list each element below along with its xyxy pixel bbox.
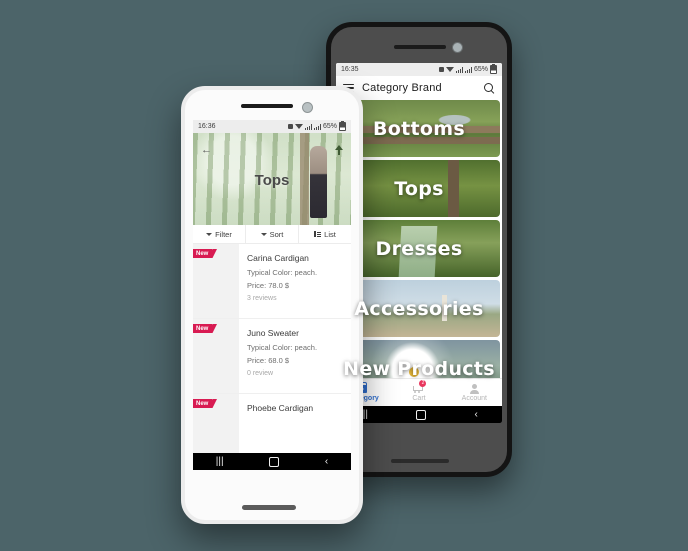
sort-label: Sort [269,229,284,239]
back-status-battery-label: 65% [473,66,488,73]
front-status-time: 16:36 [198,123,216,130]
screenshot-stage: 16:35 65% Category Brand Bottoms Tops Dr… [0,0,688,551]
category-label: Bottoms [373,117,465,140]
product-price: Price: 68.0 $ [247,356,290,365]
list-view-button[interactable]: List [299,225,351,243]
cart-icon: 2 [413,380,427,394]
wifi-icon [445,67,454,72]
sort-button[interactable]: Sort [246,225,299,243]
nav-label-account: Account [461,395,487,402]
back-status-icons: 65% [438,64,497,74]
product-list-item[interactable]: New Carina Cardigan Typical Color: peach… [193,244,351,319]
battery-icon [490,64,497,74]
alarm-icon [287,124,293,129]
front-phone-device: 16:36 65% ← Tops Filter Sort List New Ca… [181,86,363,524]
category-label: New Products [343,357,495,380]
list-label: List [324,229,336,239]
caret-down-icon [206,232,213,236]
product-info: Juno Sweater Typical Color: peach. Price… [247,319,323,393]
new-badge: New [193,249,218,258]
back-button[interactable]: ‹ [325,456,328,467]
nav-label-cart: Cart [412,395,426,402]
bottom-speaker-grille [242,505,296,510]
nav-item-cart[interactable]: 2 Cart [391,380,446,402]
battery-icon [339,121,346,131]
app-bar-title: Category Brand [362,82,442,94]
android-nav-bar: ||| ‹ [193,453,351,470]
hero-title: Tops [254,171,290,189]
new-badge: New [193,399,218,408]
home-button[interactable] [416,409,427,420]
product-info: Carina Cardigan Typical Color: peach. Pr… [247,244,323,318]
front-status-icons: 65% [287,121,346,131]
back-status-time: 16:35 [341,66,359,73]
product-price: Price: 78.0 $ [247,281,290,290]
person-icon [469,383,480,394]
search-icon[interactable] [484,82,495,94]
product-name: Phoebe Cardigan [247,403,314,413]
product-color: Typical Color: peach. [247,267,318,277]
back-button[interactable]: ‹ [475,409,478,420]
bottom-speaker-grille [391,459,449,463]
category-hero-banner: ← Tops [193,133,351,225]
recents-button[interactable]: ||| [216,456,224,467]
product-thumbnail: New [193,244,239,318]
product-reviews: 0 review [247,369,274,377]
new-badge: New [193,324,218,333]
alarm-icon [438,67,444,72]
signal-icon [304,123,312,130]
home-button[interactable] [269,456,280,467]
front-status-battery-label: 65% [322,123,337,130]
front-status-bar: 16:36 65% [193,120,351,133]
front-camera-icon [302,102,313,113]
filter-label: Filter [215,229,232,239]
nav-item-account[interactable]: Account [447,383,502,402]
earpiece-grille [394,45,446,49]
list-toolbar: Filter Sort List [193,225,351,244]
earpiece-grille [241,104,293,108]
back-status-bar: 16:35 65% [336,63,502,76]
product-list: New Carina Cardigan Typical Color: peach… [193,244,351,469]
product-reviews: 3 reviews [247,294,277,302]
product-name: Carina Cardigan [247,253,309,263]
wifi-icon [294,124,303,129]
category-label: Accessories [354,297,484,320]
signal-icon [455,66,463,73]
front-phone-screen: 16:36 65% ← Tops Filter Sort List New Ca… [193,120,351,470]
app-bar: Category Brand [336,76,502,100]
category-label: Tops [394,177,444,200]
filter-button[interactable]: Filter [193,225,246,243]
category-label: Dresses [375,237,463,260]
signal-icon [313,123,321,130]
back-arrow-icon[interactable]: ← [201,145,212,156]
front-camera-icon [452,42,463,53]
product-list-item[interactable]: New Juno Sweater Typical Color: peach. P… [193,319,351,394]
cart-badge: 2 [419,380,427,387]
product-name: Juno Sweater [247,328,299,338]
signal-icon [464,66,472,73]
upload-icon[interactable] [334,145,343,155]
product-thumbnail: New [193,319,239,393]
caret-down-icon [260,232,267,236]
list-view-icon [314,231,322,237]
product-color: Typical Color: peach. [247,342,318,352]
